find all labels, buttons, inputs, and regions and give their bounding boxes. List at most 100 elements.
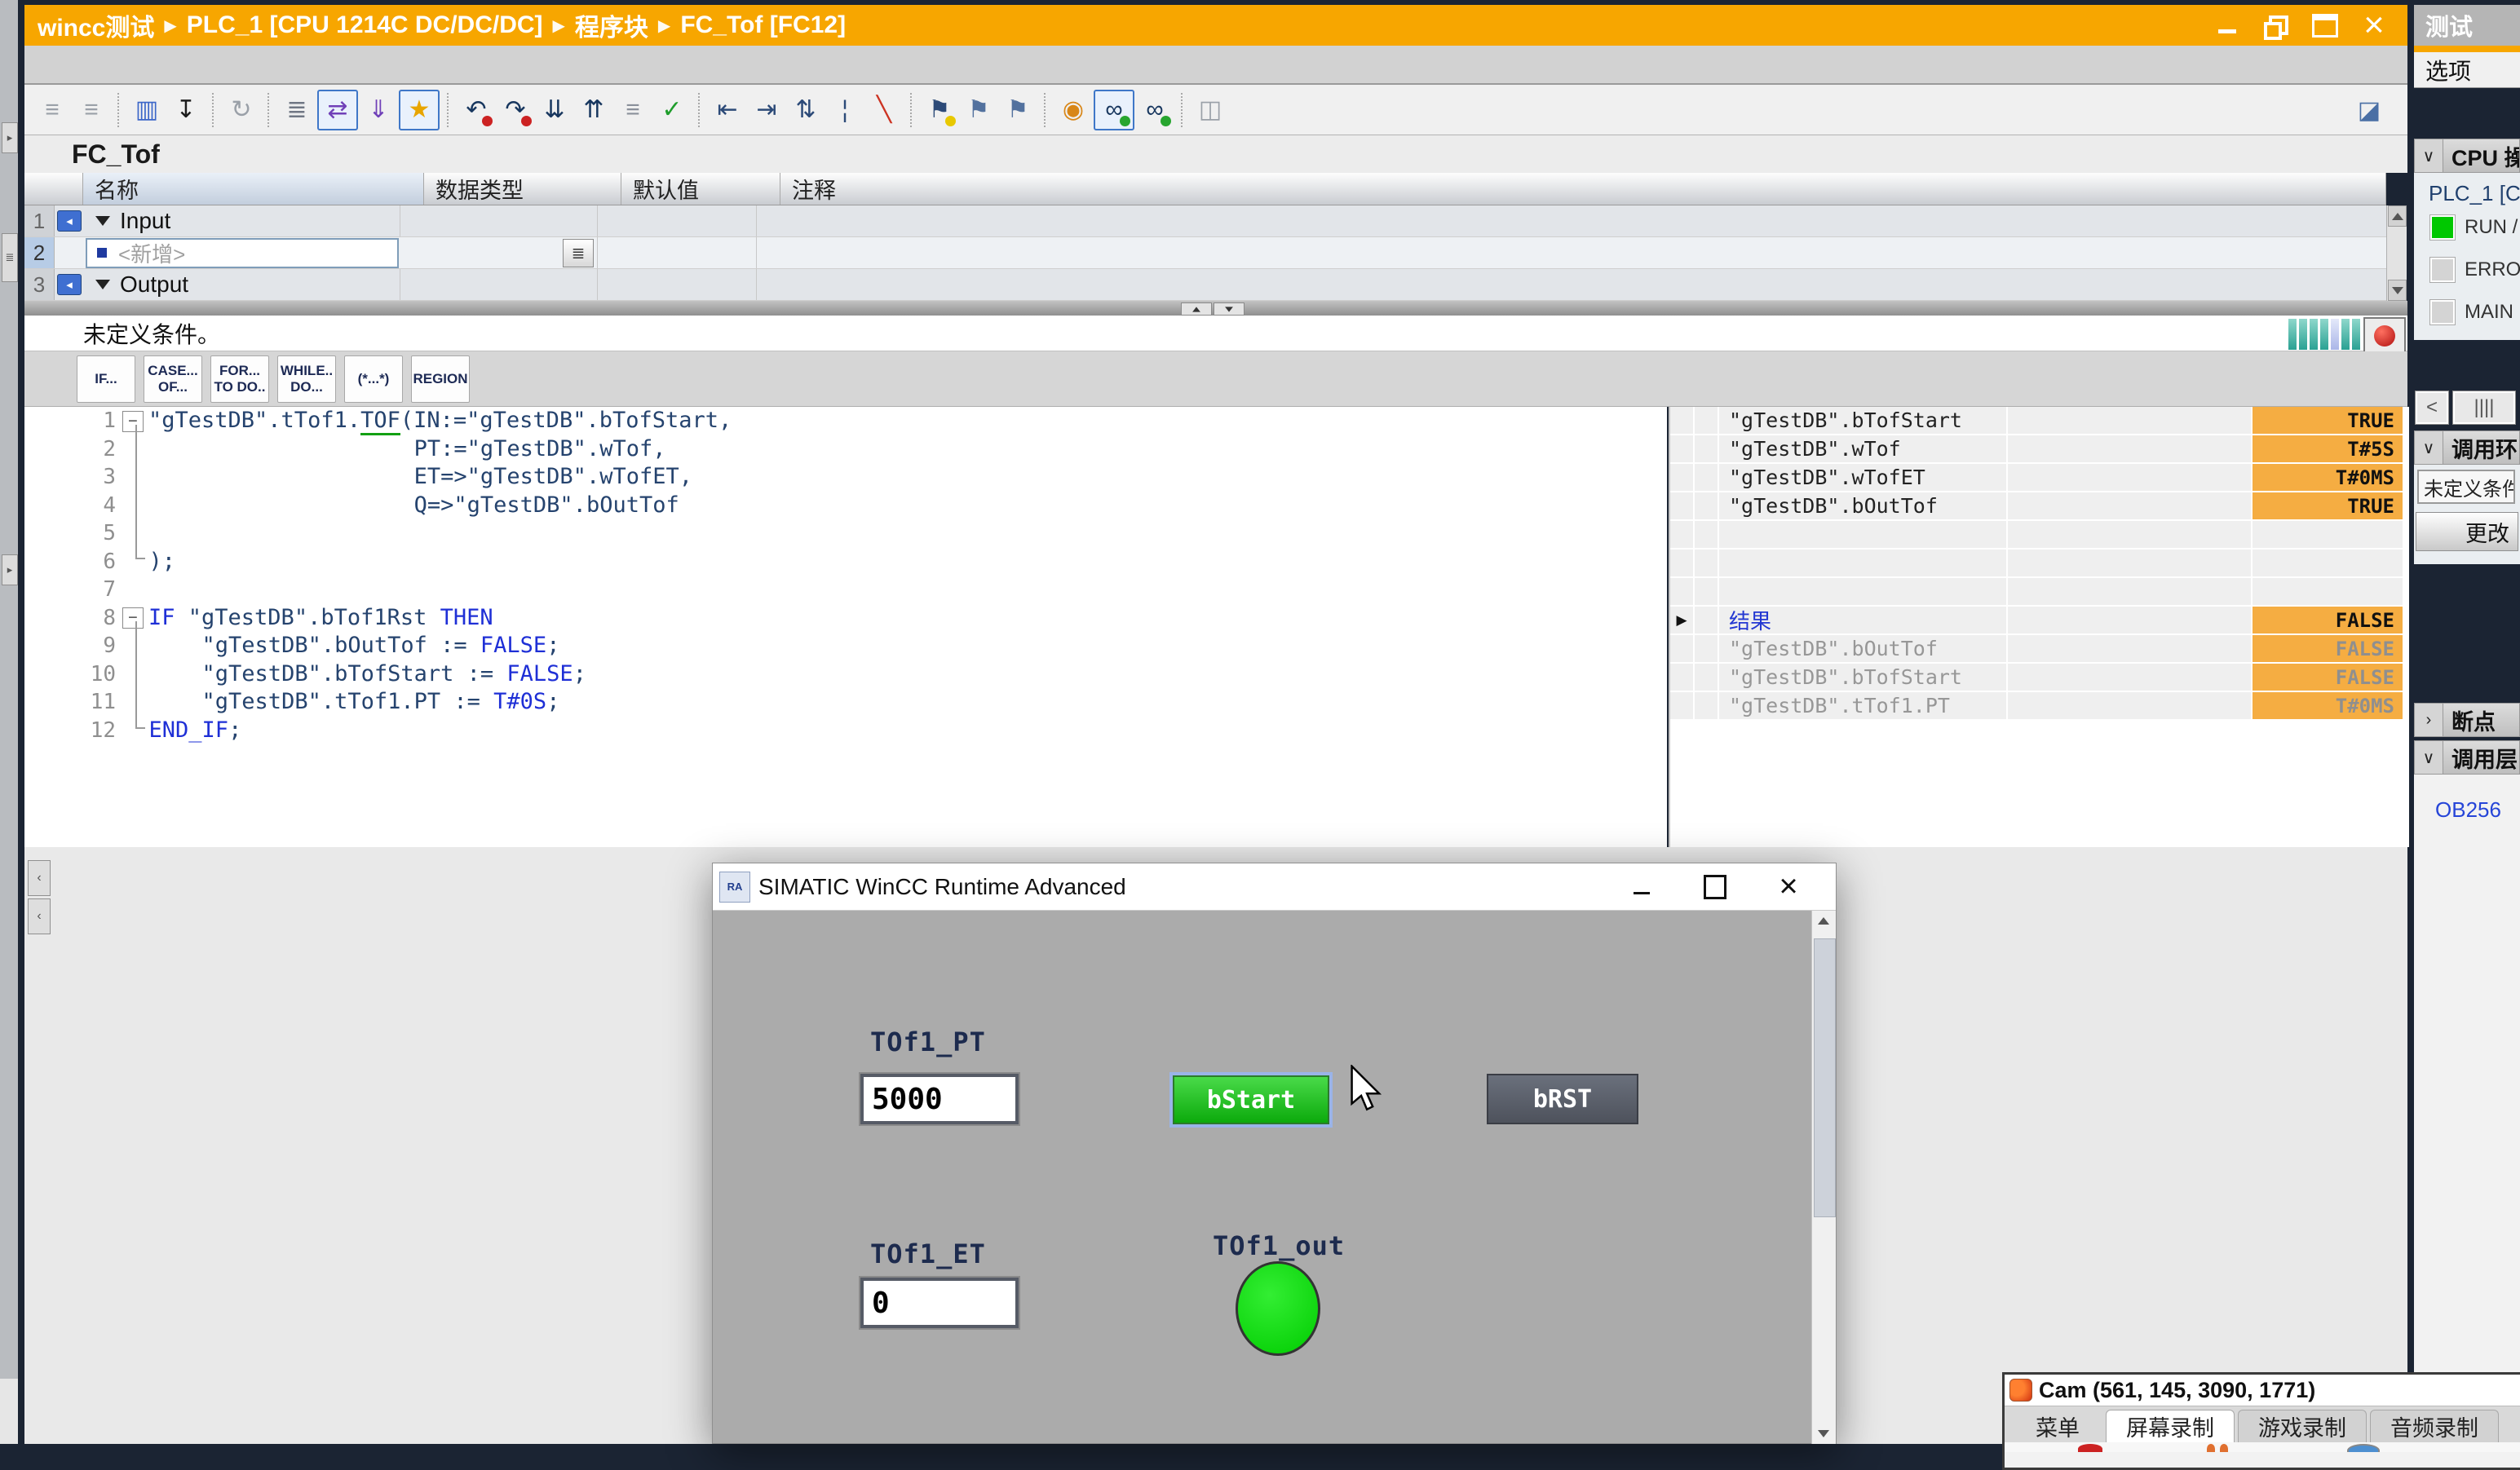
watch-row[interactable] xyxy=(1670,578,2409,605)
bstart-button[interactable]: bStart xyxy=(1173,1075,1329,1124)
minimize-icon[interactable] xyxy=(2213,11,2241,39)
watch-value[interactable]: T#0MS xyxy=(2253,464,2403,491)
scroll-down-icon[interactable] xyxy=(2388,280,2407,301)
collapse-triangle-icon[interactable] xyxy=(95,216,110,226)
split-line-icon[interactable]: ¦ xyxy=(826,91,864,129)
watch-variable-name[interactable]: "gTestDB".bTofStart xyxy=(1719,407,2006,434)
watch-row[interactable]: ▶ 结果 FALSE xyxy=(1670,607,2409,633)
collapse-left-button-2[interactable]: ‹ xyxy=(28,898,51,934)
watch-row[interactable]: "gTestDB".wTof T#5S xyxy=(1670,435,2409,462)
sidebar-options[interactable]: 选项 xyxy=(2414,52,2520,88)
wincc-minimize-icon[interactable] xyxy=(1627,872,1656,902)
row-default-cell[interactable] xyxy=(598,205,757,236)
watch-value[interactable]: TRUE xyxy=(2253,407,2403,434)
watch-value[interactable]: FALSE xyxy=(2253,635,2403,662)
row-comment-cell[interactable] xyxy=(757,269,2386,300)
watch-row[interactable] xyxy=(1670,550,2409,576)
scrollbar-thumb[interactable] xyxy=(1814,938,1836,1217)
table-row-new[interactable]: 2 <新增> ≣ xyxy=(24,237,2386,269)
copy-snapshot-to-start-icon[interactable]: ⇄ xyxy=(317,90,358,130)
wincc-scrollbar[interactable] xyxy=(1811,911,1836,1444)
watch-value[interactable] xyxy=(2253,550,2403,576)
watch-row[interactable]: "gTestDB".bTofStart FALSE xyxy=(1670,664,2409,691)
header-comment[interactable]: 注释 xyxy=(780,173,2386,205)
table-row-input[interactable]: 1 ◂ Input xyxy=(24,205,2386,237)
new-variable-edit-cell[interactable]: <新增> xyxy=(86,238,399,268)
compare-icon[interactable]: ≡ xyxy=(614,91,652,129)
watch-row[interactable]: "gTestDB".bOutTof TRUE xyxy=(1670,492,2409,519)
monitor-glasses-icon[interactable]: ∞ xyxy=(1094,90,1134,130)
brst-button[interactable]: bRST xyxy=(1487,1074,1638,1124)
favorites-icon[interactable]: ★ xyxy=(399,90,440,130)
watch-row[interactable]: "gTestDB".wTofET T#0MS xyxy=(1670,464,2409,491)
export-source-icon[interactable]: ▥ xyxy=(128,91,166,129)
watch-row[interactable]: "gTestDB".bTofStart TRUE xyxy=(1670,407,2409,434)
collapse-left-button[interactable]: ‹ xyxy=(28,860,51,896)
watch-variable-name[interactable]: "gTestDB".wTofET xyxy=(1719,464,2006,491)
toolbar-sep-5[interactable] xyxy=(698,93,701,127)
scroll-up-icon[interactable] xyxy=(2388,205,2407,227)
cpu-panel-header[interactable]: ∨ CPU 操 xyxy=(2414,139,2520,173)
chevron-down-icon[interactable]: ∨ xyxy=(2414,740,2443,775)
watch-variable-name[interactable] xyxy=(1719,578,2006,605)
load-start-values-icon[interactable]: ⇓ xyxy=(360,91,397,129)
snippet-button[interactable]: IF... xyxy=(77,355,135,403)
watch-value[interactable] xyxy=(2253,521,2403,548)
call-hierarchy-header[interactable]: ∨ 调用层 xyxy=(2414,740,2520,775)
watch-variable-name[interactable]: "gTestDB".bTofStart xyxy=(1719,664,2006,691)
wincc-title-bar[interactable]: RA SIMATIC WinCC Runtime Advanced × xyxy=(713,863,1836,911)
chevron-down-icon[interactable]: ∨ xyxy=(2414,430,2443,465)
left-expand-bottom-button[interactable]: ▸ xyxy=(2,554,18,585)
watch-value[interactable]: T#0MS xyxy=(2253,692,2403,719)
ocam-title-bar[interactable]: Cam (561, 145, 3090, 1771) xyxy=(2005,1375,2520,1406)
watch-variable-name[interactable]: "gTestDB".bOutTof xyxy=(1719,635,2006,662)
table-scrollbar[interactable] xyxy=(2386,205,2407,301)
row-type-cell[interactable]: ≣ xyxy=(400,237,598,268)
header-default[interactable]: 默认值 xyxy=(621,173,780,205)
bookmark-prev-icon[interactable]: ⚑ xyxy=(960,91,997,129)
download-device-icon[interactable]: ⇊ xyxy=(536,91,573,129)
watch-value[interactable]: FALSE xyxy=(2253,664,2403,691)
close-icon[interactable]: × xyxy=(2360,11,2388,39)
datatype-dropdown-button[interactable]: ≣ xyxy=(563,239,594,267)
restore-icon[interactable] xyxy=(2262,11,2290,39)
ocam-tab[interactable]: 音频录制 xyxy=(2370,1410,2499,1442)
collapse-triangle-icon[interactable] xyxy=(95,280,110,289)
splitter-up-button[interactable] xyxy=(1181,302,1212,316)
toolbar-sep-1[interactable] xyxy=(117,93,121,127)
menubar-icon[interactable] xyxy=(2311,11,2339,39)
change-button[interactable]: 更改 xyxy=(2416,512,2518,551)
row-default-cell[interactable] xyxy=(598,237,757,268)
upload-device-icon[interactable]: ⇈ xyxy=(575,91,612,129)
tof1-et-input[interactable] xyxy=(860,1278,1019,1328)
watch-row[interactable]: "gTestDB".bOutTof FALSE xyxy=(1670,635,2409,662)
call-hierarchy-ob-link[interactable]: OB256 xyxy=(2435,797,2501,823)
row-type-cell[interactable] xyxy=(400,205,598,236)
ocam-tab[interactable]: 屏幕录制 xyxy=(2106,1410,2235,1442)
go-online-icon[interactable]: ↶ xyxy=(458,91,495,129)
scroll-up-icon[interactable] xyxy=(1815,917,1832,925)
row-comment-cell[interactable] xyxy=(757,237,2386,268)
header-name[interactable]: 名称 xyxy=(83,173,424,205)
pane-splitter[interactable] xyxy=(24,301,2407,316)
left-panel-grip-button[interactable]: ≣ xyxy=(2,233,18,282)
keep-actual-values-icon[interactable]: ↻ xyxy=(223,91,260,129)
toolbar-sep-4[interactable] xyxy=(447,93,450,127)
monitor-call-env-icon[interactable]: ∞ xyxy=(1136,91,1174,129)
bookmark-set-icon[interactable]: ⚑ xyxy=(921,91,958,129)
scl-code-editor[interactable]: 1 −"gTestDB".tTof1.TOF(IN:="gTestDB".bTo… xyxy=(24,407,1667,847)
layout-panel-icon[interactable]: ◪ xyxy=(2349,90,2390,130)
indent-icon[interactable]: ⇥ xyxy=(748,91,785,129)
breadcrumb-plc[interactable]: PLC_1 [CPU 1214C DC/DC/DC] xyxy=(187,11,543,39)
bookmark-next-icon[interactable]: ⚑ xyxy=(999,91,1037,129)
left-expand-top-button[interactable]: ▸ xyxy=(2,122,18,153)
tof1-pt-input[interactable] xyxy=(860,1074,1019,1124)
chevron-down-icon[interactable]: ∨ xyxy=(2414,139,2443,173)
watch-variable-name[interactable]: 结果 xyxy=(1719,607,2006,633)
pane-grip-button[interactable]: |||| xyxy=(2453,391,2515,424)
breadcrumb-project[interactable]: wincc测试 xyxy=(38,7,154,43)
watch-value[interactable]: TRUE xyxy=(2253,492,2403,519)
watch-value[interactable]: FALSE xyxy=(2253,607,2403,633)
insert-network-icon[interactable]: ≡ xyxy=(33,91,71,129)
breakpoints-header[interactable]: › 断点 xyxy=(2414,703,2520,737)
